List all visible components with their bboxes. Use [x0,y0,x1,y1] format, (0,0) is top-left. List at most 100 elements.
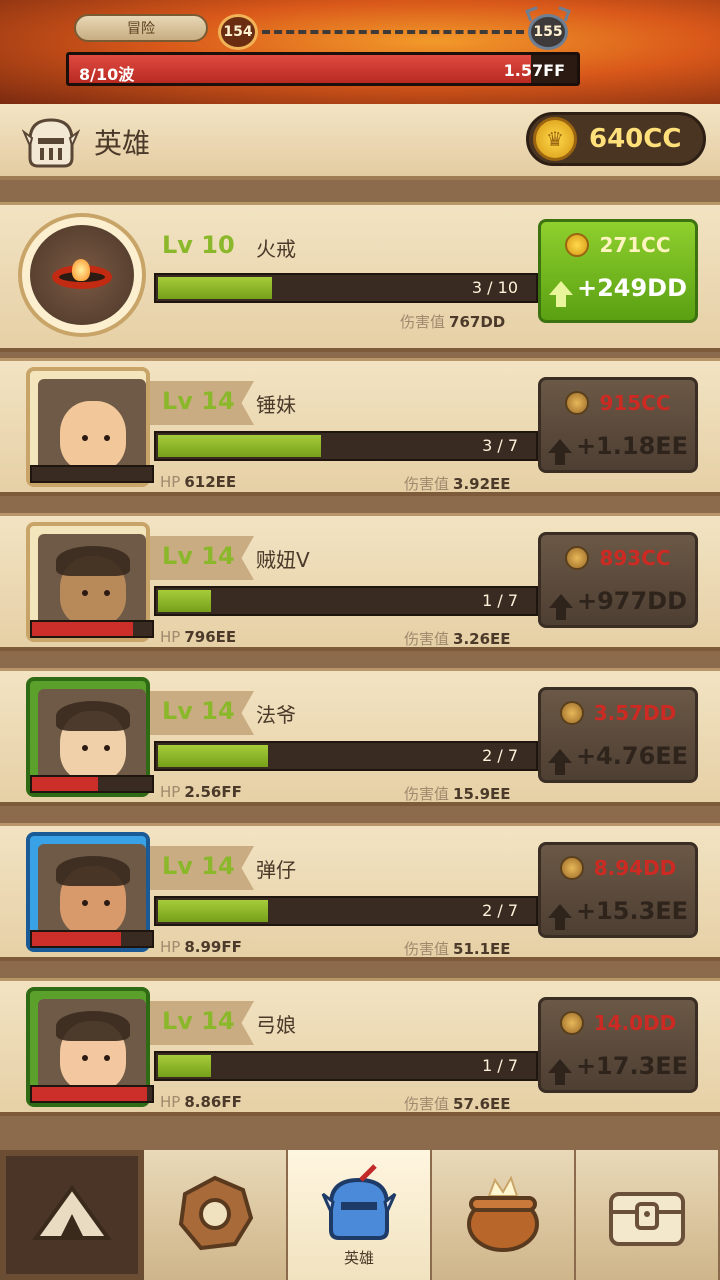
hero-level-label: Lv 14 [162,542,235,570]
nav-tab-heroes-label: 英雄 [343,1249,374,1267]
wizard-grandpa-portrait [38,689,146,789]
upgrade-gain-value: +4.76EE [575,742,689,770]
hero-xp-bar: 1 / 7 [154,586,538,616]
hero-name: 弹仔 [256,858,296,882]
hero-level-label: Lv 14 [162,852,235,880]
hero-damage-value: 15.9EE [453,785,511,803]
hero-hp-stat: HP 796EE [160,628,237,646]
upgrade-cost: 915CC [541,386,695,420]
nav-tab-heroes[interactable]: 英雄 [288,1150,432,1280]
boss-hp-value: 1.57FF [503,61,565,80]
hero-xp-text: 1 / 7 [482,591,518,610]
upgrade-cost-value: 271CC [599,233,671,257]
hero-xp-text: 2 / 7 [482,901,518,920]
hero-damage-value: 3.92EE [453,475,511,493]
gold-balance: ♛ 640CC [526,112,706,166]
up-arrow-icon [548,281,573,307]
gold-coin-icon: ♛ [533,117,577,161]
hero-xp-fill [158,1055,211,1077]
upgrade-cost-value: 14.0DD [593,1011,677,1035]
upgrade-item-button[interactable]: 271CC +249DD [538,219,698,323]
item-xp-bar: 3 / 10 [154,273,538,303]
archer-girl-portrait [38,999,146,1099]
hero-damage-stat: 伤害值 3.26EE [404,630,511,648]
hero-portrait-frame[interactable] [26,832,154,952]
hero-xp-fill [158,900,268,922]
upgrade-cost: 271CC [541,228,695,262]
item-card-fire-ring: Lv 10 火戒 3 / 10 伤害值 767DD 271CC +249DD [0,202,720,352]
up-arrow-icon [547,1059,572,1085]
hero-damage-value: 51.1EE [453,940,511,958]
hero-card: Lv 14 弓娘 1 / 7 HP 8.86FF 伤害值 57.6EE 14.0DD… [0,978,720,1116]
knight-helmet-icon [22,118,80,168]
mode-label[interactable]: 冒险 [74,14,208,42]
hero-damage-value: 3.26EE [453,630,511,648]
hero-damage-stat: 伤害值 57.6EE [404,1095,511,1113]
hero-name: 锤妹 [256,393,296,417]
hero-level-label: Lv 14 [162,387,235,415]
hero-damage-stat: 伤害值 51.1EE [404,940,511,958]
hero-hp-value: 8.99FF [184,938,242,956]
hero-name: 贼妞V [256,548,310,572]
nav-tab-camp[interactable] [0,1150,144,1280]
item-damage-value: 767DD [449,313,506,331]
nav-tab-skills[interactable] [144,1150,288,1280]
upgrade-hero-button[interactable]: 893CC +977DD [538,532,698,628]
bottom-nav: 英雄 [0,1150,720,1280]
item-level-label: Lv 10 [162,231,235,259]
hero-portrait-frame[interactable] [26,987,154,1107]
hero-xp-text: 3 / 7 [482,436,518,455]
up-arrow-icon [547,439,572,465]
upgrade-hero-button[interactable]: 14.0DD +17.3EE [538,997,698,1093]
upgrade-hero-button[interactable]: 8.94DD +15.3EE [538,842,698,938]
hero-xp-bar: 1 / 7 [154,1051,538,1081]
upgrade-gain: +15.3EE [541,889,695,933]
upgrade-gain-value: +15.3EE [575,897,689,925]
hero-xp-fill [158,590,211,612]
adventure-top-bar: 冒险 154 155 8/10波 1.57FF [0,0,720,104]
hero-xp-bar: 3 / 7 [154,431,538,461]
hero-level-label: Lv 14 [162,697,235,725]
wave-count: 8/10波 [79,65,135,84]
hero-hp-stat: HP 2.56FF [160,783,242,801]
upgrade-cost-value: 3.57DD [593,701,677,725]
hero-card: Lv 14 贼妞V 1 / 7 HP 796EE 伤害值 3.26EE 893CC … [0,513,720,651]
up-arrow-icon [548,594,573,620]
hero-hp-value: 8.86FF [184,1093,242,1111]
hero-portrait-frame[interactable] [26,367,154,487]
hero-hp-fill [32,622,133,636]
upgrade-hero-button[interactable]: 915CC +1.18EE [538,377,698,473]
camp-tent-icon [32,1184,112,1240]
hero-portrait-frame[interactable] [26,677,154,797]
item-damage-stat: 伤害值 767DD [400,313,506,331]
upgrade-hero-button[interactable]: 3.57DD +4.76EE [538,687,698,783]
hero-hp-stat: HP 8.99FF [160,938,242,956]
fire-ring-frame [18,213,146,337]
upgrade-cost: 3.57DD [541,696,695,730]
hero-level-value: 14 [201,697,235,725]
hero-xp-bar: 2 / 7 [154,741,538,771]
hero-level-label: Lv 14 [162,1007,235,1035]
nav-tab-cauldron[interactable] [432,1150,576,1280]
upgrade-cost: 14.0DD [541,1006,695,1040]
upgrade-cost-value: 893CC [599,546,671,570]
upgrade-gain: +977DD [541,579,695,623]
hero-list[interactable]: Lv 10 火戒 3 / 10 伤害值 767DD 271CC +249DD L… [0,180,720,1150]
hero-level-value: 14 [201,852,235,880]
hero-panel-title: 英雄 [94,127,151,160]
hammer-girl-portrait [38,379,146,479]
boss-horn-icon [525,6,541,22]
hero-hp-fill [32,777,98,791]
gold-amount: 640CC [589,124,682,154]
knight-helmet-icon [321,1164,397,1240]
upgrade-gain: +249DD [541,266,695,310]
hero-hp-bar [30,1085,154,1103]
hero-level-value: 14 [201,387,235,415]
hero-xp-bar: 2 / 7 [154,896,538,926]
hero-damage-value: 57.6EE [453,1095,511,1113]
hero-card: Lv 14 弹仔 2 / 7 HP 8.99FF 伤害值 51.1EE 8.94DD… [0,823,720,961]
hero-portrait-frame[interactable] [26,522,154,642]
nav-tab-treasure[interactable] [576,1150,720,1280]
thief-girl-portrait [38,534,146,634]
hero-hp-stat: HP 612EE [160,473,237,491]
